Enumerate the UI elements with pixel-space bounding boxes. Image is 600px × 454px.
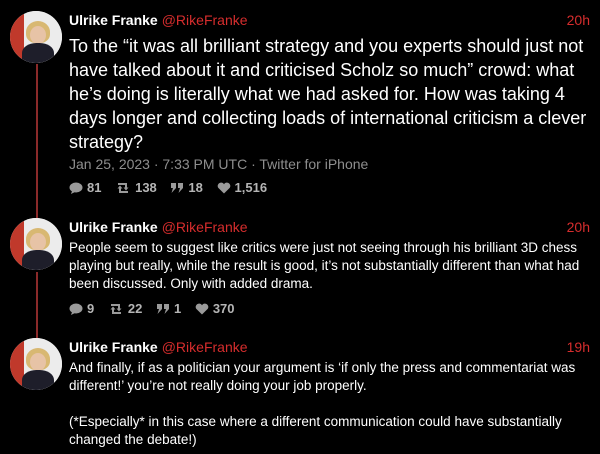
heart-icon — [195, 303, 209, 315]
tweet-header: Ulrike Franke @RikeFranke 20h — [69, 11, 590, 29]
tweet-meta[interactable]: Jan 25, 2023 · 7:33 PM UTC · Twitter for… — [69, 155, 368, 173]
retweet-stat[interactable]: 138 — [115, 179, 157, 197]
retweet-icon — [117, 183, 129, 193]
like-stat[interactable]: 1,516 — [217, 179, 267, 197]
tweet-text: To the “it was all brilliant strategy an… — [69, 36, 587, 152]
quote-stat[interactable]: 18 — [170, 179, 203, 197]
retweet-icon — [110, 304, 122, 314]
tweet-header: Ulrike Franke @RikeFranke 19h — [69, 338, 590, 356]
tweet-stats: 81 138 18 1,516 — [69, 179, 277, 197]
tweet-text: People seem to suggest like critics were… — [69, 240, 580, 291]
heart-icon — [217, 182, 230, 194]
tweet-stats: 9 22 1 370 — [69, 300, 245, 318]
tweet[interactable]: Ulrike Franke @RikeFranke 19h And finally… — [0, 338, 600, 454]
author-handle[interactable]: @RikeFranke — [162, 12, 248, 28]
author-name[interactable]: Ulrike Franke — [69, 219, 158, 235]
tweet[interactable]: Ulrike Franke @RikeFranke 20h People seem… — [0, 218, 600, 318]
avatar[interactable] — [10, 11, 62, 63]
avatar[interactable] — [10, 218, 62, 270]
reply-stat[interactable]: 9 — [69, 300, 94, 318]
reply-stat[interactable]: 81 — [69, 179, 101, 197]
retweet-stat[interactable]: 22 — [108, 300, 142, 318]
quote-stat[interactable]: 1 — [156, 300, 181, 318]
tweet-text: (*Especially* in this case where a diffe… — [69, 414, 562, 447]
tweet-text: And finally, if as a politician your arg… — [69, 360, 576, 393]
author-handle[interactable]: @RikeFranke — [162, 219, 248, 235]
tweet-header: Ulrike Franke @RikeFranke 20h — [69, 218, 590, 236]
author-name[interactable]: Ulrike Franke — [69, 339, 158, 355]
comment-icon — [69, 303, 83, 315]
quote-icon — [156, 304, 169, 314]
tweet-time[interactable]: 19h — [567, 338, 590, 356]
comment-icon — [69, 182, 83, 194]
like-stat[interactable]: 370 — [195, 300, 235, 318]
quote-icon — [171, 183, 184, 193]
tweet[interactable]: Ulrike Franke @RikeFranke 20h To the “it … — [0, 11, 600, 195]
tweet-time[interactable]: 20h — [567, 218, 590, 236]
avatar[interactable] — [10, 338, 62, 390]
author-handle[interactable]: @RikeFranke — [162, 339, 248, 355]
author-name[interactable]: Ulrike Franke — [69, 12, 158, 28]
tweet-time[interactable]: 20h — [567, 11, 590, 29]
